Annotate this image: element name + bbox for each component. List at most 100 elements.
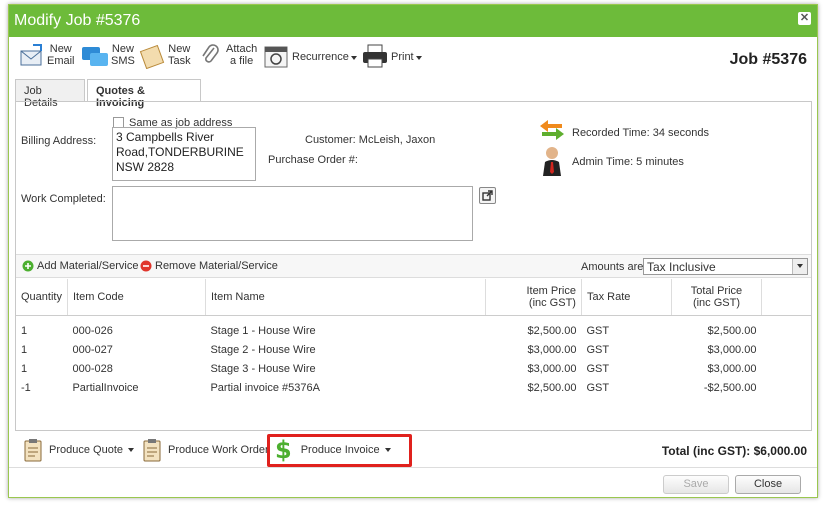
purchase-order-label: Purchase Order #: — [268, 154, 358, 166]
tab-quotes-invoicing[interactable]: Quotes & Invoicing — [87, 79, 201, 109]
work-completed-textarea[interactable] — [112, 186, 473, 241]
tab-job-details[interactable]: Job Details — [15, 79, 85, 109]
cell-name: Partial invoice #5376A — [210, 381, 320, 394]
new-email-button[interactable]: New Email — [19, 43, 75, 73]
amounts-select-value: Tax Inclusive — [647, 260, 716, 274]
header-item-name[interactable]: Item Name — [205, 279, 486, 316]
header-spacer — [761, 279, 811, 316]
new-sms-label-1: New — [111, 43, 134, 55]
billing-address-label: Billing Address: — [21, 135, 97, 147]
new-sms-label-2: SMS — [111, 55, 135, 67]
cell-code: 000-027 — [72, 343, 113, 356]
cell-tax: GST — [586, 381, 610, 394]
paperclip-icon — [202, 44, 219, 63]
remove-material-button[interactable]: Remove Material/Service — [140, 260, 278, 272]
close-icon[interactable]: ✕ — [798, 12, 811, 25]
work-completed-label: Work Completed: — [21, 193, 106, 205]
recurrence-label: Recurrence — [292, 51, 349, 63]
cell-name: Stage 1 - House Wire — [210, 324, 316, 337]
new-email-label-2: Email — [47, 55, 75, 67]
header-total-price-line2: (inc GST) — [692, 296, 740, 309]
cell-name: Stage 2 - House Wire — [210, 343, 316, 356]
billing-address-field[interactable]: 3 Campbells River Road,TONDERBURINE NSW … — [112, 127, 256, 181]
billing-address-line: 3 Campbells River — [116, 130, 215, 144]
chevron-down-icon — [792, 259, 807, 274]
total-inc-gst: Total (inc GST): $6,000.00 — [661, 444, 807, 458]
add-material-label: Add Material/Service — [37, 260, 139, 272]
attach-label-1: Attach — [226, 43, 258, 55]
table-row[interactable]: 1 000-027 Stage 2 - House Wire $3,000.00… — [16, 340, 811, 359]
cell-code: PartialInvoice — [72, 381, 139, 394]
cell-code: 000-028 — [72, 362, 113, 375]
header-item-price[interactable]: Item Price (inc GST) — [485, 279, 582, 316]
chevron-down-icon — [350, 56, 357, 60]
header-item-price-line1: Item Price — [526, 284, 576, 297]
print-dropdown[interactable]: Print — [361, 43, 422, 73]
job-number-heading: Job #5376 — [729, 51, 807, 68]
dialog-footer: Save Close — [9, 467, 817, 499]
cell-qty: 1 — [21, 343, 28, 356]
chat-bubbles-icon — [82, 47, 108, 66]
note-pad-icon — [139, 44, 165, 69]
produce-quote-label: Produce Quote — [49, 444, 123, 456]
new-task-button[interactable]: New Task — [139, 43, 191, 73]
toolbar: New Email New SMS New Task Attach a file Rec… — [9, 39, 817, 77]
table-header-row: Quantity Item Code Item Name Item Price(… — [16, 279, 811, 316]
produce-toolbar: Produce Quote Produce Work Order $ Produ… — [9, 431, 817, 467]
plus-circle-icon — [22, 260, 34, 272]
dialog-titlebar[interactable]: Modify Job #5376 ✕ — [9, 5, 817, 37]
header-total-price-line1: Total Price — [690, 284, 743, 297]
new-email-label-1: New — [49, 43, 72, 55]
add-material-button[interactable]: Add Material/Service — [22, 260, 139, 272]
header-item-price-line2: (inc GST) — [528, 296, 576, 309]
table-row[interactable]: 1 000-026 Stage 1 - House Wire $2,500.00… — [16, 321, 811, 340]
chevron-down-icon — [128, 448, 134, 452]
cell-qty: 1 — [21, 362, 28, 375]
header-total-price[interactable]: Total Price (inc GST) — [671, 279, 762, 316]
clipboard-icon — [24, 439, 42, 462]
new-task-label-2: Task — [168, 55, 191, 67]
cell-price: $2,500.00 — [527, 324, 577, 337]
attach-label-2: a file — [229, 55, 254, 67]
admin-person-icon — [543, 147, 561, 176]
minus-circle-icon — [140, 260, 152, 272]
close-button[interactable]: Close — [735, 475, 801, 494]
table-row[interactable]: -1 PartialInvoice Partial invoice #5376A… — [16, 378, 811, 397]
produce-invoice-highlight — [267, 434, 412, 467]
produce-work-order-button[interactable]: Produce Work Order — [142, 437, 269, 463]
recurrence-calendar-icon — [264, 46, 288, 68]
materials-toolbar: Add Material/Service Remove Material/Ser… — [16, 254, 811, 278]
quotes-invoicing-panel: Same as job address Billing Address: 3 C… — [15, 101, 812, 431]
cell-name: Stage 3 - House Wire — [210, 362, 316, 375]
arrows-swap-icon — [540, 120, 564, 140]
billing-address-line: Road,TONDERBURINE — [116, 145, 244, 159]
produce-work-order-label: Produce Work Order — [168, 444, 269, 456]
new-sms-button[interactable]: New SMS — [81, 43, 135, 73]
table-row[interactable]: 1 000-028 Stage 3 - House Wire $3,000.00… — [16, 359, 811, 378]
billing-address-line: NSW 2828 — [116, 160, 175, 174]
recurrence-dropdown[interactable]: Recurrence — [263, 43, 357, 73]
cell-total: -$2,500.00 — [703, 381, 757, 394]
remove-material-label: Remove Material/Service — [155, 260, 278, 272]
cell-total: $2,500.00 — [707, 324, 757, 337]
customer-label: Customer: McLeish, Jaxon — [305, 134, 436, 146]
clipboard-icon — [143, 439, 161, 462]
materials-table: Quantity Item Code Item Name Item Price(… — [16, 279, 811, 397]
header-item-code[interactable]: Item Code — [67, 279, 206, 316]
modify-job-dialog: Modify Job #5376 ✕ New Email New SMS New Ta… — [8, 4, 818, 498]
cell-tax: GST — [586, 362, 610, 375]
external-link-icon[interactable] — [479, 187, 496, 204]
produce-quote-button[interactable]: Produce Quote — [23, 437, 134, 463]
attach-file-button[interactable]: Attach a file — [200, 43, 257, 73]
header-tax-rate[interactable]: Tax Rate — [581, 279, 672, 316]
header-quantity[interactable]: Quantity — [16, 279, 68, 316]
new-task-label-1: New — [168, 43, 191, 55]
cell-code: 000-026 — [72, 324, 113, 337]
chevron-down-icon — [415, 56, 422, 60]
printer-icon — [363, 44, 387, 68]
cell-qty: 1 — [21, 324, 28, 337]
amounts-select[interactable]: Tax Inclusive — [643, 258, 808, 275]
save-button[interactable]: Save — [663, 475, 729, 494]
cell-total: $3,000.00 — [707, 343, 757, 356]
cell-total: $3,000.00 — [707, 362, 757, 375]
